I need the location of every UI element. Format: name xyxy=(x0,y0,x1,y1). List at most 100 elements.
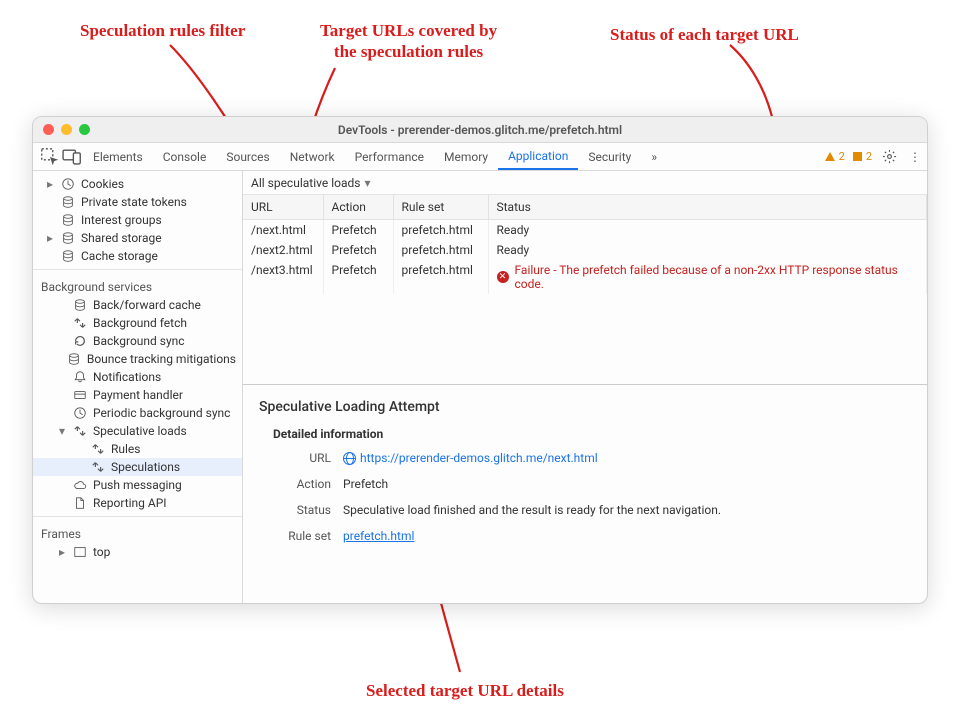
tab-console[interactable]: Console xyxy=(153,143,217,170)
sidebar-item-label: Rules xyxy=(111,442,140,456)
device-icon[interactable] xyxy=(61,143,83,170)
sidebar-item-speculative-loads[interactable]: ▾ Speculative loads xyxy=(33,422,242,440)
sidebar-item-cache-storage[interactable]: Cache storage xyxy=(33,247,242,265)
error-icon: ✕ xyxy=(497,271,509,283)
speculations-table: URLActionRule setStatus /next.htmlPrefet… xyxy=(243,195,927,385)
caret-icon: ▸ xyxy=(47,177,55,191)
gear-icon[interactable] xyxy=(876,143,903,170)
sidebar-item-label: Interest groups xyxy=(81,213,162,227)
more-icon[interactable]: ⋮ xyxy=(903,143,927,170)
cloud-icon xyxy=(73,478,87,492)
cell-ruleset: prefetch.html xyxy=(393,220,488,241)
sidebar-item-payment-handler[interactable]: Payment handler xyxy=(33,386,242,404)
doc-icon xyxy=(73,496,87,510)
cell-status: Ready xyxy=(488,240,927,260)
sidebar-item-label: Notifications xyxy=(93,370,161,384)
sidebar-item-label: Cache storage xyxy=(81,249,158,263)
sidebar-item-back-forward-cache[interactable]: Back/forward cache xyxy=(33,296,242,314)
sidebar-item-label: Cookies xyxy=(81,177,124,191)
sidebar-item-reporting-api[interactable]: Reporting API xyxy=(33,494,242,512)
sidebar-item-bounce-tracking-mitigations[interactable]: Bounce tracking mitigations xyxy=(33,350,242,368)
detail-url-label: URL xyxy=(273,451,331,465)
sidebar-item-top[interactable]: ▸ top xyxy=(33,543,242,561)
sidebar-item-label: Private state tokens xyxy=(81,195,187,209)
sidebar-item-notifications[interactable]: Notifications xyxy=(33,368,242,386)
detail-ruleset-link[interactable]: prefetch.html xyxy=(343,529,414,543)
sidebar: ▸ Cookies Private state tokens Interest gro… xyxy=(33,171,243,603)
db-icon xyxy=(67,352,81,366)
annotation-targets: Target URLs covered by the speculation r… xyxy=(320,20,497,63)
tab-sources[interactable]: Sources xyxy=(216,143,279,170)
col-status[interactable]: Status xyxy=(488,195,927,220)
db-icon xyxy=(61,195,75,209)
sidebar-item-label: Payment handler xyxy=(93,388,183,402)
db-icon xyxy=(61,213,75,227)
sidebar-header-frames: Frames xyxy=(33,521,242,543)
tab-performance[interactable]: Performance xyxy=(345,143,434,170)
sidebar-item-label: Background sync xyxy=(93,334,185,348)
table-row[interactable]: /next2.htmlPrefetchprefetch.htmlReady xyxy=(243,240,927,260)
sidebar-item-rules[interactable]: Rules xyxy=(33,440,242,458)
detail-title: Speculative Loading Attempt xyxy=(259,399,911,415)
col-url[interactable]: URL xyxy=(243,195,323,220)
speculative-loads-filter[interactable]: All speculative loads▾ xyxy=(243,171,927,195)
titlebar: DevTools - prerender-demos.glitch.me/pre… xyxy=(33,117,927,143)
sidebar-item-label: Push messaging xyxy=(93,478,182,492)
tab-elements[interactable]: Elements xyxy=(83,143,153,170)
detail-url-link[interactable]: https://prerender-demos.glitch.me/next.h… xyxy=(360,451,598,465)
sidebar-item-label: Back/forward cache xyxy=(93,298,201,312)
sidebar-item-label: Speculative loads xyxy=(93,424,187,438)
table-row[interactable]: /next.htmlPrefetchprefetch.htmlReady xyxy=(243,220,927,241)
sidebar-header-bg: Background services xyxy=(33,274,242,296)
sidebar-item-private-state-tokens[interactable]: Private state tokens xyxy=(33,193,242,211)
table-row[interactable]: /next3.htmlPrefetchprefetch.html✕Failure… xyxy=(243,260,927,294)
tab-strip: ElementsConsoleSourcesNetworkPerformance… xyxy=(33,143,927,171)
sidebar-item-label: top xyxy=(93,545,110,559)
cell-status: Ready xyxy=(488,220,927,241)
card-icon xyxy=(73,388,87,402)
chevron-down-icon: ▾ xyxy=(364,176,370,190)
col-action[interactable]: Action xyxy=(323,195,393,220)
col-rule-set[interactable]: Rule set xyxy=(393,195,488,220)
sidebar-item-label: Background fetch xyxy=(93,316,187,330)
issues-badge[interactable]: 2 xyxy=(849,143,876,170)
detail-action-label: Action xyxy=(273,477,331,491)
caret-icon: ▸ xyxy=(59,545,67,559)
cell-action: Prefetch xyxy=(323,240,393,260)
window-title: DevTools - prerender-demos.glitch.me/pre… xyxy=(33,123,927,137)
db-icon xyxy=(73,298,87,312)
warnings-badge[interactable]: 2 xyxy=(821,143,849,170)
tab-network[interactable]: Network xyxy=(280,143,345,170)
sidebar-item-push-messaging[interactable]: Push messaging xyxy=(33,476,242,494)
tab-security[interactable]: Security xyxy=(578,143,641,170)
cell-ruleset: prefetch.html xyxy=(393,240,488,260)
sidebar-item-cookies[interactable]: ▸ Cookies xyxy=(33,175,242,193)
tabs-overflow[interactable]: » xyxy=(641,143,667,170)
sidebar-item-interest-groups[interactable]: Interest groups xyxy=(33,211,242,229)
clock-icon xyxy=(61,177,75,191)
cell-action: Prefetch xyxy=(323,220,393,241)
sidebar-item-background-fetch[interactable]: Background fetch xyxy=(33,314,242,332)
sidebar-item-label: Periodic background sync xyxy=(93,406,230,420)
detail-panel: Speculative Loading Attempt Detailed inf… xyxy=(243,385,927,603)
sidebar-item-background-sync[interactable]: Background sync xyxy=(33,332,242,350)
sync-icon xyxy=(91,442,105,456)
devtools-window: DevTools - prerender-demos.glitch.me/pre… xyxy=(32,116,928,604)
tab-application[interactable]: Application xyxy=(498,143,578,170)
sidebar-item-label: Bounce tracking mitigations xyxy=(87,352,236,366)
tab-memory[interactable]: Memory xyxy=(434,143,498,170)
sync-icon xyxy=(91,460,105,474)
cell-url: /next3.html xyxy=(243,260,323,294)
annotation-details: Selected target URL details xyxy=(366,680,564,701)
cell-status: ✕Failure - The prefetch failed because o… xyxy=(488,260,927,294)
caret-icon: ▾ xyxy=(59,424,67,438)
sidebar-item-periodic-background-sync[interactable]: Periodic background sync xyxy=(33,404,242,422)
sidebar-item-label: Speculations xyxy=(111,460,180,474)
sidebar-item-speculations[interactable]: Speculations xyxy=(33,458,242,476)
detail-ruleset-label: Rule set xyxy=(273,529,331,543)
detail-action-value: Prefetch xyxy=(343,477,388,491)
detail-section-header: Detailed information xyxy=(273,427,911,441)
main-panel: All speculative loads▾ URLActionRule set… xyxy=(243,171,927,603)
sidebar-item-shared-storage[interactable]: ▸Shared storage xyxy=(33,229,242,247)
inspect-icon[interactable] xyxy=(39,143,61,170)
